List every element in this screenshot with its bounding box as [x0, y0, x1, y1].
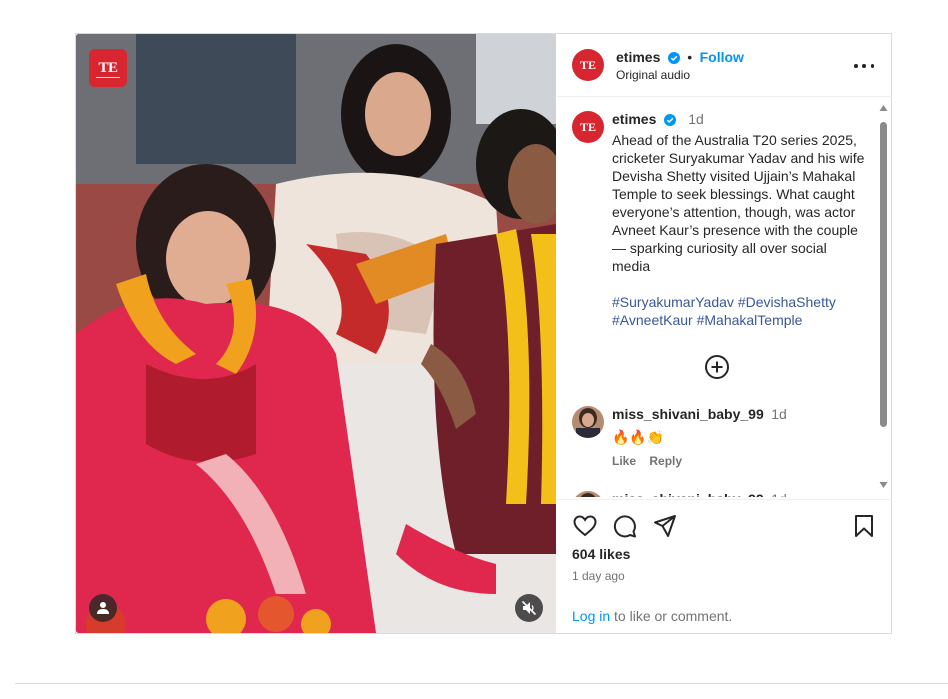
follow-button[interactable]: Follow: [700, 49, 744, 65]
account-username[interactable]: etimes: [616, 49, 660, 65]
comment-time[interactable]: 1d: [771, 491, 787, 497]
caption-text: Ahead of the Australia T20 series 2025, …: [612, 132, 865, 274]
commenter-avatar[interactable]: [572, 491, 604, 497]
comment-icon[interactable]: [612, 513, 638, 539]
login-prompt-text: to like or comment.: [610, 608, 733, 624]
commenter-username[interactable]: miss_shivani_baby_99: [612, 491, 764, 497]
post-video[interactable]: TE: [76, 34, 556, 633]
post-timestamp[interactable]: 1 day ago: [572, 569, 625, 583]
caption-avatar[interactable]: TE: [572, 111, 604, 143]
scroll-down-arrow-icon[interactable]: [879, 481, 888, 489]
comment-item: miss_shivani_baby_99 1d: [612, 491, 787, 497]
comment-like-button[interactable]: Like: [612, 454, 636, 468]
account-avatar[interactable]: TE: [572, 49, 604, 81]
verified-badge-icon: [663, 114, 676, 126]
etimes-logo: TE: [89, 49, 127, 87]
hashtag-link[interactable]: #AvneetKaur: [612, 312, 693, 328]
audio-label[interactable]: Original audio: [616, 68, 690, 82]
likes-count[interactable]: 604 likes: [572, 546, 630, 562]
comments-section[interactable]: TE etimes 1d Ahead of the Australia T20 …: [557, 98, 892, 497]
verified-badge-icon: [667, 52, 680, 64]
more-options-icon: [854, 64, 858, 68]
hashtag-link[interactable]: #DevishaShetty: [738, 294, 836, 310]
caption-hashtags: #SuryakumarYadav #DevishaShetty #AvneetK…: [612, 293, 867, 329]
post-card: TE TE etimes • Follow Original audio TE …: [75, 33, 892, 634]
post-header: TE etimes • Follow Original audio: [557, 34, 892, 97]
comment-time[interactable]: 1d: [771, 406, 787, 422]
comments-scrollbar[interactable]: [877, 104, 889, 491]
bookmark-icon[interactable]: [851, 513, 877, 539]
more-options-button[interactable]: [854, 56, 874, 76]
header-account-line: etimes • Follow: [616, 49, 744, 67]
share-icon[interactable]: [652, 513, 678, 539]
caption-username[interactable]: etimes: [612, 111, 656, 127]
commenter-avatar[interactable]: [572, 406, 604, 438]
scrollbar-thumb[interactable]: [880, 122, 887, 427]
user-tag-icon: [97, 602, 109, 614]
commenter-username[interactable]: miss_shivani_baby_99: [612, 406, 764, 422]
comment-reply-button[interactable]: Reply: [649, 454, 682, 468]
login-prompt: Log in to like or comment.: [572, 608, 732, 624]
login-link[interactable]: Log in: [572, 608, 610, 624]
caption-time[interactable]: 1d: [688, 111, 704, 127]
scroll-up-arrow-icon[interactable]: [879, 104, 888, 112]
video-frame: [76, 34, 556, 633]
hashtag-link[interactable]: #MahakalTemple: [697, 312, 803, 328]
comment-text: 🔥🔥👏: [612, 429, 665, 445]
hashtag-link[interactable]: #SuryakumarYadav: [612, 294, 734, 310]
mute-toggle-button[interactable]: [515, 594, 543, 622]
heart-icon[interactable]: [572, 513, 598, 539]
tagged-users-button[interactable]: [89, 594, 117, 622]
plus-circle-icon[interactable]: [704, 354, 730, 380]
post-actions: 604 likes 1 day ago Log in to like or co…: [557, 499, 892, 633]
post-side-panel: TE etimes • Follow Original audio TE eti…: [557, 34, 892, 633]
comment-item: miss_shivani_baby_99 1d 🔥🔥👏 Like Reply: [612, 406, 787, 468]
caption-block: etimes 1d Ahead of the Australia T20 ser…: [612, 111, 867, 329]
muted-speaker-icon: [521, 600, 537, 616]
separator-dot: •: [687, 49, 693, 65]
page-divider: [15, 683, 948, 684]
